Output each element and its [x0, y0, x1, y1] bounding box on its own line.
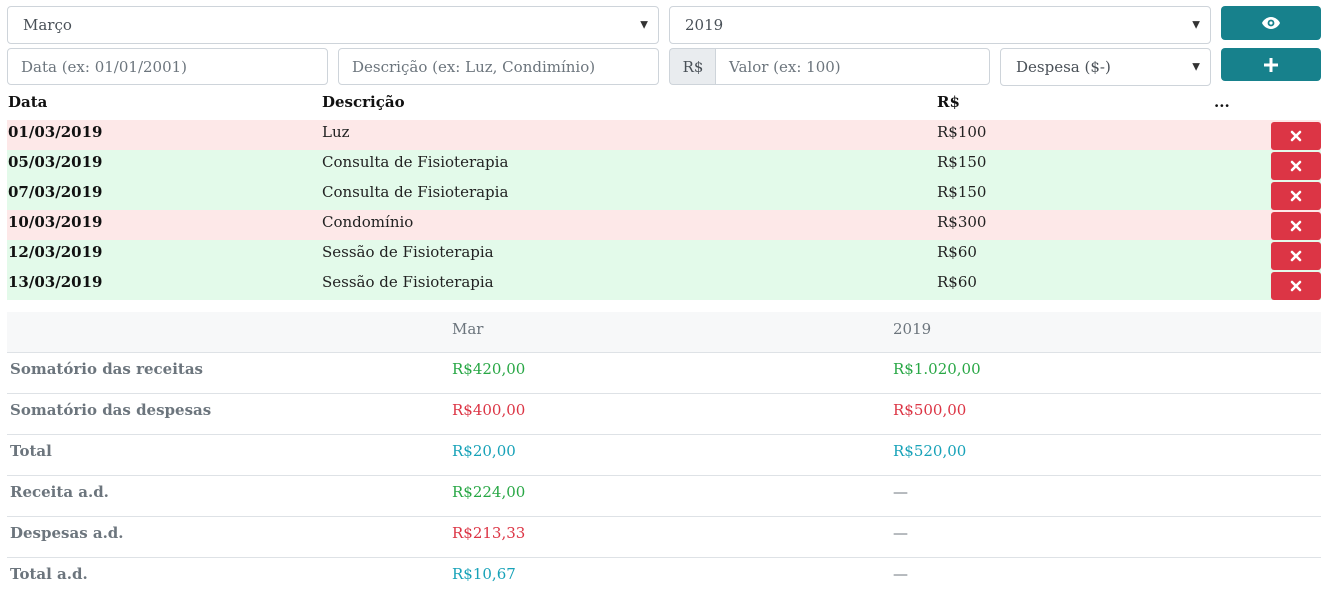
summary-label: Somatório das receitas	[10, 360, 203, 378]
row-value: R$60	[937, 273, 977, 291]
summary-year-value: —	[893, 483, 908, 501]
row-date: 12/03/2019	[8, 243, 103, 261]
summary-year-value: —	[893, 524, 908, 542]
view-button[interactable]	[1221, 6, 1321, 40]
row-value: R$300	[937, 213, 987, 231]
table-row: 13/03/2019 Sessão de Fisioterapia R$60	[7, 270, 1321, 300]
row-description: Consulta de Fisioterapia	[322, 183, 509, 201]
row-date: 05/03/2019	[8, 153, 103, 171]
delete-button[interactable]	[1271, 182, 1321, 210]
close-icon	[1290, 280, 1302, 292]
chevron-down-icon: ▼	[1192, 61, 1200, 73]
month-select-value: Março	[23, 16, 72, 34]
summary-year-value: R$1.020,00	[893, 360, 981, 378]
header-date: Data	[8, 93, 48, 111]
header-value: R$	[937, 93, 960, 111]
description-field-placeholder: Descrição (ex: Luz, Condimínio)	[352, 57, 596, 76]
delete-button[interactable]	[1271, 212, 1321, 240]
summary-month-value: R$10,67	[452, 565, 516, 583]
close-icon	[1290, 130, 1302, 142]
summary-label: Somatório das despesas	[10, 401, 212, 419]
summary-header: Mar 2019	[7, 312, 1321, 353]
summary-month-value: R$213,33	[452, 524, 526, 542]
currency-addon: R$	[669, 48, 716, 85]
summary-label: Despesas a.d.	[10, 524, 124, 542]
chevron-down-icon: ▼	[1192, 19, 1200, 31]
summary-header-year: 2019	[893, 320, 932, 338]
type-select[interactable]: Despesa ($-) ▼	[1000, 48, 1211, 86]
table-row: 07/03/2019 Consulta de Fisioterapia R$15…	[7, 180, 1321, 210]
summary-month-value: R$20,00	[452, 442, 516, 460]
summary-row: Total R$20,00 R$520,00	[7, 435, 1321, 476]
close-icon	[1290, 160, 1302, 172]
summary-label: Total	[10, 442, 52, 460]
table-row: 05/03/2019 Consulta de Fisioterapia R$15…	[7, 150, 1321, 180]
value-field-placeholder: Valor (ex: 100)	[729, 57, 841, 76]
summary-year-value: R$520,00	[893, 442, 967, 460]
year-select-value: 2019	[685, 16, 724, 34]
row-value: R$60	[937, 243, 977, 261]
summary-row: Somatório das receitas R$420,00 R$1.020,…	[7, 353, 1321, 394]
add-entry-button[interactable]	[1221, 48, 1321, 81]
summary-month-value: R$224,00	[452, 483, 526, 501]
month-select[interactable]: Março ▼	[7, 6, 659, 44]
header-description: Descrição	[322, 93, 405, 111]
year-select[interactable]: 2019 ▼	[669, 6, 1211, 44]
row-description: Sessão de Fisioterapia	[322, 273, 494, 291]
date-field-placeholder: Data (ex: 01/01/2001)	[21, 57, 188, 76]
type-select-value: Despesa ($-)	[1016, 58, 1111, 76]
close-icon	[1290, 220, 1302, 232]
row-description: Luz	[322, 123, 350, 141]
table-row: 01/03/2019 Luz R$100	[7, 120, 1321, 150]
summary-year-value: —	[893, 565, 908, 583]
row-description: Sessão de Fisioterapia	[322, 243, 494, 261]
row-value: R$100	[937, 123, 987, 141]
row-date: 13/03/2019	[8, 273, 103, 291]
value-field[interactable]: Valor (ex: 100)	[715, 48, 990, 85]
summary-row: Somatório das despesas R$400,00 R$500,00	[7, 394, 1321, 435]
summary-row: Despesas a.d. R$213,33 —	[7, 517, 1321, 558]
delete-button[interactable]	[1271, 122, 1321, 150]
summary-month-value: R$400,00	[452, 401, 526, 419]
summary-row: Receita a.d. R$224,00 —	[7, 476, 1321, 517]
table-row: 10/03/2019 Condomínio R$300	[7, 210, 1321, 240]
summary-label: Receita a.d.	[10, 483, 109, 501]
delete-button[interactable]	[1271, 242, 1321, 270]
delete-button[interactable]	[1271, 152, 1321, 180]
currency-prefix: R$	[682, 57, 704, 76]
row-description: Consulta de Fisioterapia	[322, 153, 509, 171]
summary-month-value: R$420,00	[452, 360, 526, 378]
chevron-down-icon: ▼	[640, 19, 648, 31]
date-field[interactable]: Data (ex: 01/01/2001)	[7, 48, 328, 85]
close-icon	[1290, 250, 1302, 262]
header-actions: ...	[1214, 93, 1230, 111]
row-value: R$150	[937, 153, 987, 171]
summary-header-month: Mar	[452, 320, 484, 338]
row-value: R$150	[937, 183, 987, 201]
eye-icon	[1262, 17, 1280, 29]
row-date: 07/03/2019	[8, 183, 103, 201]
summary-label: Total a.d.	[10, 565, 88, 583]
row-date: 10/03/2019	[8, 213, 103, 231]
table-row: 12/03/2019 Sessão de Fisioterapia R$60	[7, 240, 1321, 270]
row-date: 01/03/2019	[8, 123, 103, 141]
row-description: Condomínio	[322, 213, 414, 231]
description-field[interactable]: Descrição (ex: Luz, Condimínio)	[338, 48, 659, 85]
summary-year-value: R$500,00	[893, 401, 967, 419]
close-icon	[1290, 190, 1302, 202]
summary-row: Total a.d. R$10,67 —	[7, 558, 1321, 595]
delete-button[interactable]	[1271, 272, 1321, 300]
plus-icon	[1264, 57, 1278, 72]
